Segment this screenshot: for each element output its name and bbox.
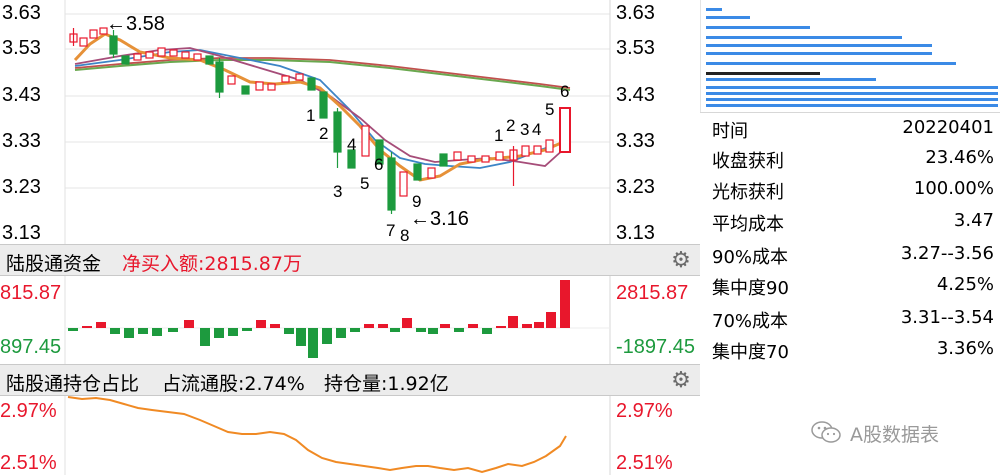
candle-count-label: 4 bbox=[532, 120, 542, 139]
info-value: 3.31--3.54 bbox=[900, 307, 994, 328]
info-row-avg-cost: 平均成本 3.47 bbox=[712, 207, 994, 237]
candle-count-label: 2 bbox=[506, 116, 516, 135]
candle-count-label: 1 bbox=[494, 126, 504, 145]
info-key: 光标获利 bbox=[712, 182, 784, 203]
info-value: 20220401 bbox=[902, 117, 994, 138]
info-value: 3.36% bbox=[936, 338, 994, 359]
watermark-text: A股数据表 bbox=[850, 424, 939, 446]
info-value: 100.00% bbox=[913, 178, 994, 199]
info-row-time: 时间 20220401 bbox=[712, 114, 994, 144]
info-row-concentration-70: 集中度70 3.36% bbox=[712, 335, 994, 365]
info-key: 70%成本 bbox=[712, 311, 789, 332]
info-key: 集中度90 bbox=[712, 278, 789, 299]
info-row-concentration-90: 集中度90 4.25% bbox=[712, 271, 994, 301]
info-value: 23.46% bbox=[925, 147, 994, 168]
holding-ratio-line-chart[interactable] bbox=[0, 396, 700, 475]
candle-count-label: 5 bbox=[545, 100, 555, 119]
info-key: 时间 bbox=[712, 121, 748, 142]
northbound-flow-header: 陆股通资金 净买入额:2815.87万 ⚙ bbox=[0, 244, 700, 276]
info-key: 平均成本 bbox=[712, 214, 784, 235]
info-value: 3.47 bbox=[953, 210, 994, 231]
candle-count-label: 7 bbox=[386, 221, 396, 240]
info-row-cost-90: 90%成本 3.27--3.56 bbox=[712, 240, 994, 270]
info-row-cost-70: 70%成本 3.31--3.54 bbox=[712, 304, 994, 334]
info-key: 收盘获利 bbox=[712, 151, 784, 172]
panel-title: 陆股通资金 bbox=[6, 253, 102, 275]
info-row-close-profit: 收盘获利 23.46% bbox=[712, 144, 994, 174]
candle-count-label: 4 bbox=[347, 135, 357, 154]
wechat-icon bbox=[811, 421, 841, 443]
info-row-cursor-profit: 光标获利 100.00% bbox=[712, 175, 994, 205]
northbound-holding-header: 陆股通持仓占比 占流通股:2.74% 持仓量:1.92亿 ⚙ bbox=[0, 364, 700, 396]
info-key: 集中度70 bbox=[712, 342, 789, 363]
panel-title: 陆股通持仓占比 bbox=[6, 373, 140, 395]
info-value: 4.25% bbox=[936, 274, 994, 295]
candle-count-label: 6 bbox=[560, 82, 570, 101]
candle-count-label: 2 bbox=[319, 124, 329, 143]
holding-amount-label: 持仓量:1.92亿 bbox=[324, 373, 449, 395]
high-price-marker: ←3.58 bbox=[106, 13, 165, 35]
gear-icon[interactable]: ⚙ bbox=[670, 249, 692, 271]
watermark: A股数据表 bbox=[810, 418, 990, 446]
candlestick-chart[interactable] bbox=[0, 0, 700, 244]
candle-count-label: 3 bbox=[520, 120, 530, 139]
candle-count-label: 6 bbox=[374, 155, 384, 174]
info-key: 90%成本 bbox=[712, 247, 789, 268]
gear-icon[interactable]: ⚙ bbox=[670, 369, 692, 391]
candle-count-label: 5 bbox=[360, 174, 370, 193]
northbound-flow-bar-chart[interactable] bbox=[0, 276, 700, 366]
candle-count-label: 3 bbox=[333, 182, 343, 201]
candle-count-label: 8 bbox=[400, 226, 410, 245]
float-ratio-label: 占流通股:2.74% bbox=[162, 373, 305, 395]
net-buy-label: 净买入额:2815.87万 bbox=[122, 253, 302, 275]
info-value: 3.27--3.56 bbox=[900, 243, 994, 264]
candle-count-label: 9 bbox=[412, 192, 422, 211]
chip-distribution-chart[interactable] bbox=[700, 0, 1000, 112]
candle-count-label: 1 bbox=[306, 106, 316, 125]
